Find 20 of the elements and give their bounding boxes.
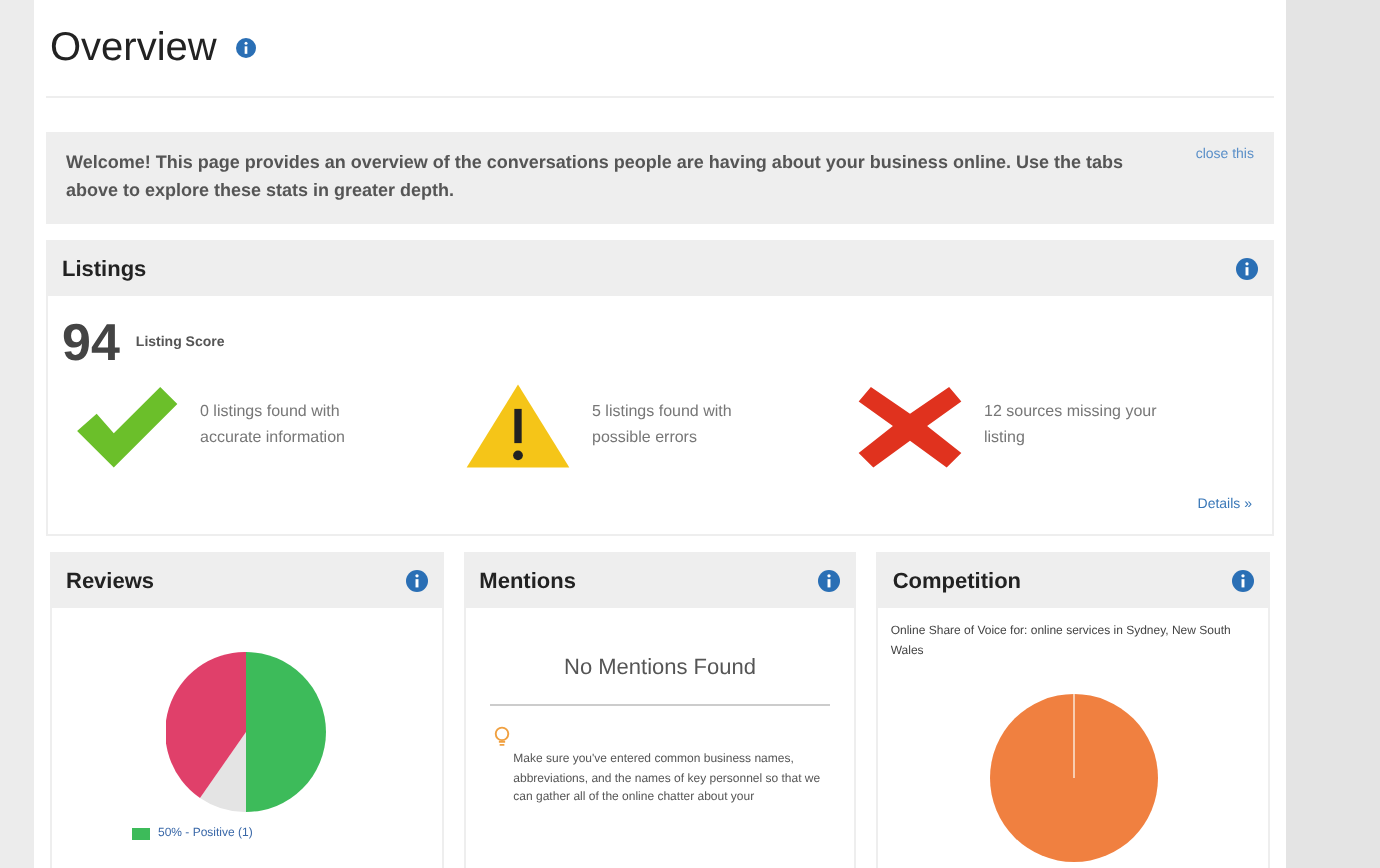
- panel-title: Listings: [62, 257, 147, 281]
- panel-title: Competition: [892, 569, 1022, 593]
- empty-message: No Mentions Found: [562, 656, 758, 680]
- lightbulb-icon: [493, 726, 510, 748]
- info-icon[interactable]: [405, 570, 428, 592]
- listing-score: 94: [62, 312, 120, 374]
- listing-stat-text: 5 listings found with possible errors: [592, 400, 734, 450]
- cross-icon: [856, 382, 964, 470]
- info-icon[interactable]: [236, 38, 257, 58]
- listing-stat-text: 0 listings found with accurate information: [200, 400, 347, 450]
- info-icon[interactable]: [818, 570, 841, 592]
- panel-title: Mentions: [479, 569, 576, 593]
- page-title: Overview: [50, 25, 217, 71]
- panel-title: Reviews: [66, 569, 155, 593]
- info-icon[interactable]: [1236, 258, 1258, 280]
- info-icon[interactable]: [1232, 570, 1255, 592]
- welcome-text: Welcome! This page provides an overview of the conversations people are having about your business online. Use the tabs above to explore these stats in greater depth.: [66, 150, 1125, 205]
- warning-icon: [464, 382, 572, 470]
- checkmark-icon: [72, 382, 180, 470]
- listing-stat-text: 12 sources missing your listing: [984, 400, 1159, 450]
